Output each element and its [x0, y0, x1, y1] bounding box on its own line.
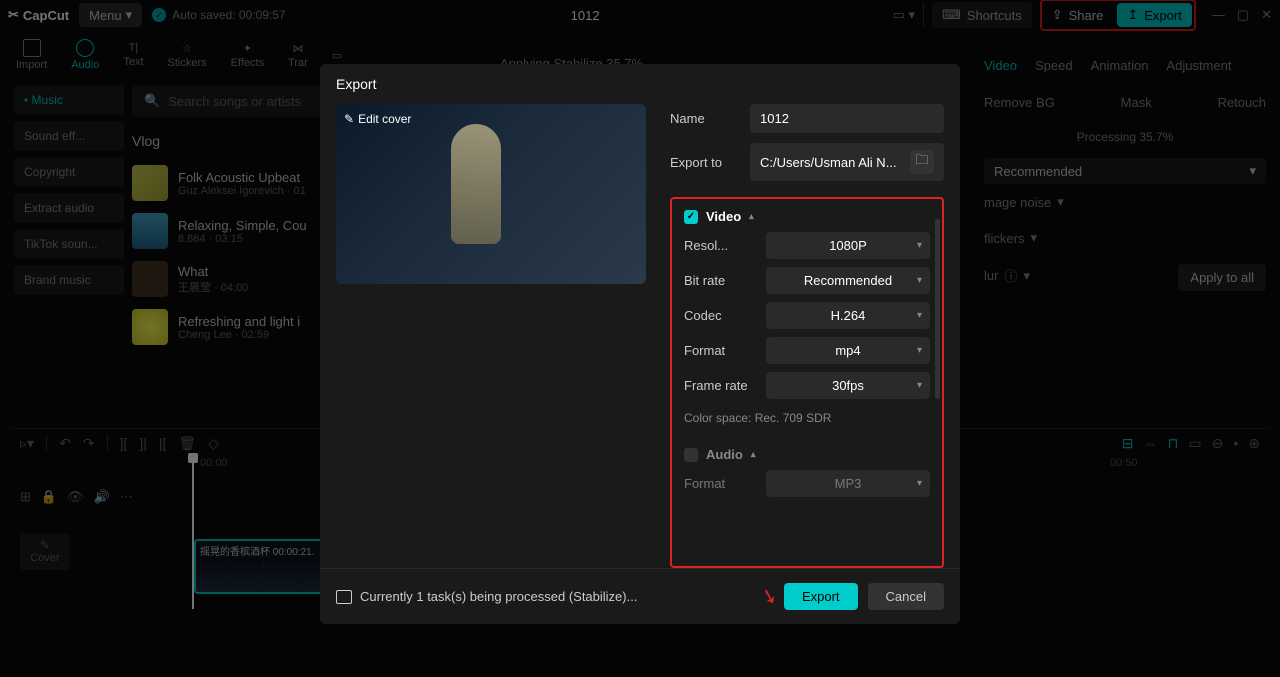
edit-cover-label: Edit cover — [358, 112, 411, 126]
dialog-title: Export — [320, 64, 960, 104]
pencil-icon: ✎ — [344, 112, 354, 126]
audio-label: Audio — [706, 447, 743, 462]
audio-format-label: Format — [684, 476, 756, 491]
export-path-value: C:/Users/Usman Ali N... — [760, 155, 897, 170]
chevron-down-icon: ▾ — [917, 310, 922, 321]
caret-up-icon: ▴ — [751, 449, 756, 460]
video-checkbox[interactable]: ✓ — [684, 210, 698, 224]
chevron-down-icon: ▾ — [917, 240, 922, 251]
footer-task-text: Currently 1 task(s) being processed (Sta… — [360, 589, 637, 604]
edit-cover-button[interactable]: ✎ Edit cover — [344, 112, 411, 126]
format-label: Format — [684, 343, 756, 358]
resolution-select[interactable]: 1080P ▾ — [766, 232, 930, 259]
export-confirm-button[interactable]: Export — [784, 583, 858, 610]
bitrate-select[interactable]: Recommended ▾ — [766, 267, 930, 294]
resolution-value: 1080P — [829, 238, 867, 253]
arrow-annotation-icon: ➘ — [758, 582, 781, 610]
chevron-down-icon: ▾ — [917, 275, 922, 286]
format-select[interactable]: mp4 ▾ — [766, 337, 930, 364]
dialog-footer: Currently 1 task(s) being processed (Sta… — [320, 568, 960, 624]
audio-section-header[interactable]: Audio ▴ — [684, 447, 930, 462]
bitrate-label: Bit rate — [684, 273, 756, 288]
framerate-label: Frame rate — [684, 378, 756, 393]
audio-checkbox[interactable] — [684, 448, 698, 462]
film-icon — [336, 590, 352, 604]
codec-select[interactable]: H.264 ▾ — [766, 302, 930, 329]
cover-preview: ✎ Edit cover — [336, 104, 646, 284]
scrollbar-thumb[interactable] — [935, 219, 940, 399]
audio-format-select: MP3 ▾ — [766, 470, 930, 497]
colorspace-info: Color space: Rec. 709 SDR — [684, 407, 930, 435]
caret-up-icon: ▴ — [749, 211, 754, 222]
folder-icon[interactable]: 🗀 — [910, 150, 934, 174]
chevron-down-icon: ▾ — [917, 478, 922, 489]
chevron-down-icon: ▾ — [917, 380, 922, 391]
codec-label: Codec — [684, 308, 756, 323]
resolution-label: Resol... — [684, 238, 756, 253]
cancel-button[interactable]: Cancel — [868, 583, 944, 610]
codec-value: H.264 — [831, 308, 866, 323]
export-dialog: Export ✎ Edit cover Name 1012 Export to … — [320, 64, 960, 624]
framerate-value: 30fps — [832, 378, 864, 393]
video-label: Video — [706, 209, 741, 224]
bitrate-value: Recommended — [804, 273, 892, 288]
format-value: mp4 — [835, 343, 860, 358]
framerate-select[interactable]: 30fps ▾ — [766, 372, 930, 399]
video-section-header[interactable]: ✓ Video ▴ — [684, 209, 930, 224]
export-to-label: Export to — [670, 155, 740, 170]
name-label: Name — [670, 111, 740, 126]
export-path-input[interactable]: C:/Users/Usman Ali N... 🗀 — [750, 143, 944, 181]
chevron-down-icon: ▾ — [917, 345, 922, 356]
audio-format-value: MP3 — [835, 476, 862, 491]
export-settings-box: ✓ Video ▴ Resol... 1080P ▾ Bit rate Recom… — [670, 197, 944, 568]
name-input[interactable]: 1012 — [750, 104, 944, 133]
